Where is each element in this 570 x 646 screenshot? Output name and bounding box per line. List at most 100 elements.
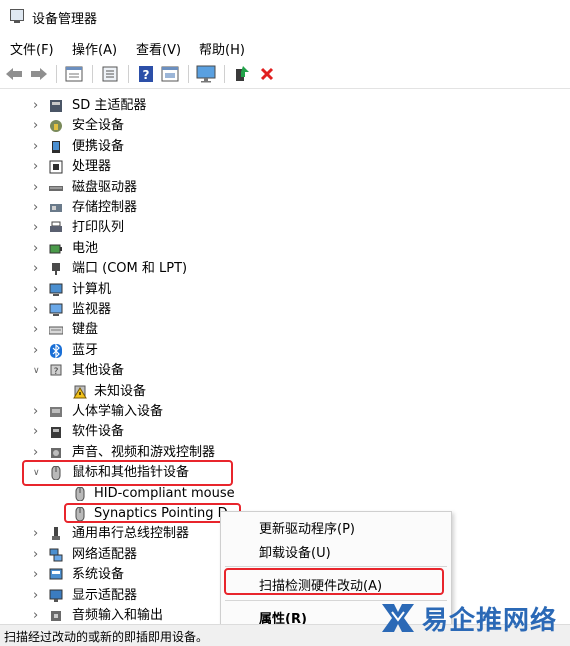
chevron-right-icon[interactable]: › [33,280,38,300]
uninstall-icon[interactable] [257,64,277,84]
tree-item-label: 音频输入和输出 [72,608,164,623]
tree-category-item[interactable]: › 键盘 [0,320,560,340]
chevron-right-icon[interactable]: › [33,524,38,544]
toolbar-separator [92,65,93,83]
tree-item-label: 磁盘驱动器 [72,179,138,195]
monitor-icon[interactable] [196,64,216,84]
tree-device-item[interactable]: HID-compliant mouse [0,484,560,504]
chevron-right-icon[interactable]: › [33,178,38,198]
tree-category-item[interactable]: › 端口 (COM 和 LPT) [0,259,560,279]
hid-icon [50,407,62,417]
storage-controller-icon [50,204,62,212]
svg-text:?: ? [54,367,59,377]
chevron-right-icon[interactable]: › [33,157,38,177]
tree-category-item[interactable]: › 便携设备 [0,137,560,157]
watermark: 易企推网络 [378,598,568,638]
chevron-right-icon[interactable]: › [33,300,38,320]
tree-category-item[interactable]: › 计算机 [0,280,560,300]
monitor-icon [49,303,63,316]
status-text: 扫描经过改动的或新的即插即用设备。 [4,630,209,644]
device-manager-icon [10,9,24,23]
tree-item-label: 未知设备 [94,383,147,399]
menu-view[interactable]: 查看(V) [136,39,181,58]
chevron-down-icon[interactable]: ∨ [33,361,40,381]
tree-category-item[interactable]: › 安全设备 [0,116,560,136]
chevron-right-icon[interactable]: › [33,320,38,340]
tree-category-item[interactable]: › 蓝牙 [0,341,560,361]
uninstall-device-menu-item[interactable]: 卸载设备(U) [259,542,331,561]
tree-category-item[interactable]: › 磁盘驱动器 [0,178,560,198]
tree-item-label: 其他设备 [72,363,125,379]
audio-icon [51,611,61,621]
back-icon[interactable] [4,64,24,84]
usb-icon [52,527,60,541]
chevron-right-icon[interactable]: › [33,586,38,606]
network-icon [49,548,63,562]
chevron-right-icon[interactable]: › [33,239,38,259]
update-driver-menu-item[interactable]: 更新驱动程序(P) [259,518,355,537]
tree-category-item[interactable]: › 软件设备 [0,422,560,442]
update-driver-icon[interactable] [232,64,252,84]
tree-category-item[interactable]: › 处理器 [0,157,560,177]
menu-help[interactable]: 帮助(H) [199,39,245,58]
help-icon[interactable]: ? [136,64,156,84]
tree-category-item[interactable]: › SD 主适配器 [0,96,560,116]
keyboard-icon [49,326,63,335]
chevron-right-icon[interactable]: › [33,218,38,238]
chevron-right-icon[interactable]: › [33,606,38,624]
bluetooth-icon [50,343,62,358]
chevron-right-icon[interactable]: › [33,422,38,442]
software-device-icon [51,427,61,439]
tree-item-label: 通用串行总线控制器 [72,526,190,542]
tree-category-item[interactable]: ∨? 其他设备 [0,361,560,381]
system-device-icon [49,568,63,580]
tree-item-label: 存储控制器 [72,200,138,215]
chevron-right-icon[interactable]: › [33,137,38,157]
chevron-right-icon[interactable]: › [33,341,38,361]
toolbar: ? [0,60,570,89]
toolbar-separator [128,65,129,83]
tree-item-label: 端口 (COM 和 LPT) [72,261,188,277]
menu-separator [225,566,447,567]
unknown-devices-icon: ? [50,364,62,377]
chevron-right-icon[interactable]: › [33,545,38,565]
tree-item-label: 软件设备 [72,424,125,440]
properties-icon[interactable] [64,64,84,84]
tree-item-label: 打印队列 [72,220,125,236]
chevron-right-icon[interactable]: › [33,198,38,218]
forward-icon[interactable] [29,64,49,84]
menu-action[interactable]: 操作(A) [72,39,117,58]
sd-card-icon [50,100,62,112]
port-icon [52,263,60,276]
title-bar: 设备管理器 [0,0,570,34]
computer-icon [49,283,63,296]
chevron-right-icon[interactable]: › [33,116,38,136]
show-hidden-icon[interactable] [100,64,120,84]
svg-text:?: ? [143,68,150,82]
window-title: 设备管理器 [32,12,98,27]
chevron-right-icon[interactable]: › [33,259,38,279]
tree-item-label: 网络适配器 [72,546,138,562]
view-icon[interactable] [160,64,180,84]
tree-item-label: SD 主适配器 [72,98,147,113]
tree-category-item[interactable]: › 监视器 [0,300,560,320]
menu-file[interactable]: 文件(F) [10,39,54,58]
tree-item-label: 处理器 [72,159,112,175]
sound-icon [51,447,61,458]
tree-category-item[interactable]: › 人体学输入设备 [0,402,560,422]
tree-category-item[interactable]: › 打印队列 [0,218,560,238]
chevron-right-icon[interactable]: › [33,565,38,585]
tree-category-item[interactable]: › 存储控制器 [0,198,560,218]
mouse-icon [75,486,85,501]
printer-icon [50,221,62,233]
tree-device-item[interactable]: 未知设备 [0,382,560,402]
menu-bar: 文件(F) 操作(A) 查看(V) 帮助(H) [0,36,570,58]
chevron-right-icon[interactable]: › [33,96,38,116]
processor-icon [49,160,63,174]
chevron-right-icon[interactable]: › [33,402,38,422]
tree-category-item[interactable]: › 电池 [0,239,560,259]
tree-item-label: 蓝牙 [72,342,99,358]
tree-item-label: 人体学输入设备 [72,404,164,419]
disk-drive-icon [49,185,63,191]
portable-device-icon [52,140,60,153]
